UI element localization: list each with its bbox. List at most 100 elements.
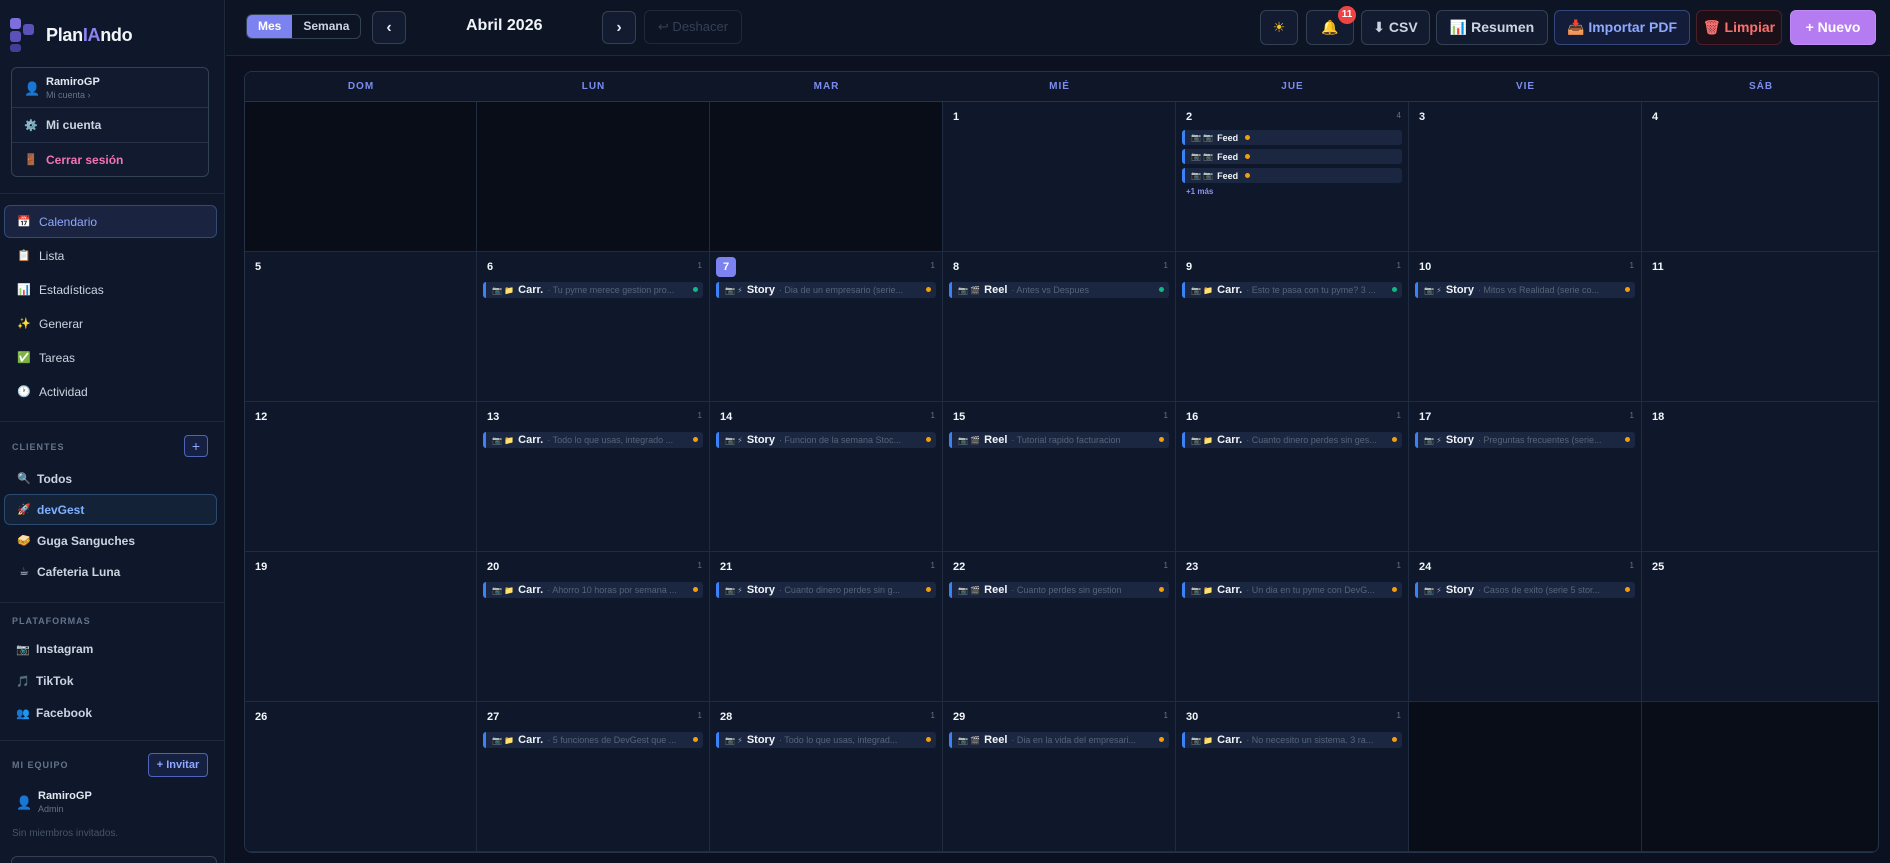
day-cell[interactable]: 16 1 📷 📁 Carr. · Cuanto dinero perdes sin ge… — [1176, 402, 1409, 552]
calendar-event[interactable]: 📷 📷 Feed — [1182, 130, 1402, 145]
day-cell[interactable]: 29 1 📷 🎬 Reel · Dia en la vida del empresari… — [943, 702, 1176, 852]
platform-item[interactable]: 🎵 TikTok — [4, 665, 217, 697]
next-month-button[interactable]: › — [602, 11, 636, 44]
calendar-event[interactable]: 📷 🎬 Reel · Antes vs Despues — [949, 282, 1169, 298]
logout-button[interactable]: 🚪 Cerrar sesión — [12, 142, 208, 176]
nav-item-lista[interactable]: 📋 Lista — [4, 239, 217, 272]
calendar-event[interactable]: 📷 📁 Carr. · Ahorro 10 horas por semana ... — [483, 582, 703, 598]
day-cell[interactable]: 6 1 📷 📁 Carr. · Tu pyme merece gestion pro..… — [477, 252, 710, 402]
nav-item-generar[interactable]: ✨ Generar — [4, 307, 217, 340]
day-cell[interactable]: 5 — [245, 252, 477, 402]
clients-list: 🔍 Todos 🚀 devGest 🥪 Guga Sanguches ☕ Cafeteria … — [4, 463, 217, 587]
clear-button[interactable]: 🗑 Limpiar — [1696, 10, 1782, 45]
calendar-event[interactable]: 📷 📁 Carr. · 5 funciones de DevGest que ... — [483, 732, 703, 748]
more-events-link[interactable]: +1 más — [1186, 187, 1213, 196]
client-item[interactable]: 🚀 devGest — [4, 494, 217, 525]
day-cell[interactable]: 28 1 📷 ⚡ Story · Todo lo que usas, integrad.… — [710, 702, 943, 852]
event-title: · Mitos vs Realidad (serie co... — [1477, 285, 1599, 295]
account-user[interactable]: 👤 RamiroGP Mi cuenta › — [12, 68, 208, 108]
day-post-count: 1 — [1163, 411, 1168, 420]
calendar-event[interactable]: 📷 ⚡ Story · Mitos vs Realidad (serie co... — [1415, 282, 1635, 298]
day-cell[interactable]: 19 — [245, 552, 477, 702]
calendar-event[interactable]: 📷 📁 Carr. · Cuanto dinero perdes sin ges..… — [1182, 432, 1402, 448]
calendar-event[interactable]: 📷 📷 Feed — [1182, 168, 1402, 183]
invite-button[interactable]: + Invitar — [148, 753, 208, 777]
day-cell[interactable]: 10 1 📷 ⚡ Story · Mitos vs Realidad (serie co… — [1409, 252, 1642, 402]
day-cell[interactable]: 14 1 📷 ⚡ Story · Funcion de la semana Stoc..… — [710, 402, 943, 552]
no-members-text: Sin miembros invitados. — [12, 828, 119, 839]
day-cell[interactable]: 24 1 📷 ⚡ Story · Casos de exito (serie 5 sto… — [1409, 552, 1642, 702]
status-dot — [1245, 154, 1251, 159]
calendar-event[interactable]: 📷 ⚡ Story · Dia de un empresario (serie... — [716, 282, 936, 298]
undo-button[interactable]: ↩ Deshacer — [644, 10, 742, 44]
day-cell[interactable]: 4 — [1642, 102, 1878, 252]
post-type-icon: 📷 📁 — [492, 735, 515, 745]
platform-item[interactable]: 📷 Instagram — [4, 633, 217, 665]
notifications-button[interactable]: 🔔 11 — [1306, 6, 1356, 45]
day-cell[interactable]: 22 1 📷 🎬 Reel · Cuanto perdes sin gestion — [943, 552, 1176, 702]
day-cell[interactable]: 13 1 📷 📁 Carr. · Todo lo que usas, integrado… — [477, 402, 710, 552]
nav-item-actividad[interactable]: 🕐 Actividad — [4, 375, 217, 408]
calendar-event[interactable]: 📷 ⚡ Story · Funcion de la semana Stoc... — [716, 432, 936, 448]
calendar-event[interactable]: 📷 ⚡ Story · Preguntas frecuentes (serie... — [1415, 432, 1635, 448]
add-client-button[interactable]: + — [184, 435, 208, 457]
prev-month-button[interactable]: ‹ — [372, 11, 406, 44]
calendar-event[interactable]: 📷 🎬 Reel · Tutorial rapido facturacion — [949, 432, 1169, 448]
day-cell[interactable]: 20 1 📷 📁 Carr. · Ahorro 10 horas por semana … — [477, 552, 710, 702]
status-dot — [926, 287, 931, 292]
divider — [0, 740, 224, 741]
nav-item-calendario[interactable]: 📅 Calendario — [4, 205, 217, 238]
day-cell[interactable]: 21 1 📷 ⚡ Story · Cuanto dinero perdes sin g.… — [710, 552, 943, 702]
day-cell[interactable]: 8 1 📷 🎬 Reel · Antes vs Despues — [943, 252, 1176, 402]
calendar-event[interactable]: 📷 📁 Carr. · No necesito un sistema. 3 ra..… — [1182, 732, 1402, 748]
month-calendar: DOM LUN MAR MIÉ JUE VIE SÁB 1 2 4 📷 📷 Feed 📷 📷 Feed 📷… — [244, 71, 1879, 853]
event-title: · 5 funciones de DevGest que ... — [547, 735, 677, 745]
day-cell — [477, 102, 710, 252]
nav-item-estadísticas[interactable]: 📊 Estadísticas — [4, 273, 217, 306]
calendar-event[interactable]: 📷 🎬 Reel · Dia en la vida del empresari... — [949, 732, 1169, 748]
day-cell[interactable]: 30 1 📷 📁 Carr. · No necesito un sistema. 3 r… — [1176, 702, 1409, 852]
day-cell[interactable]: 12 — [245, 402, 477, 552]
day-cell[interactable]: 26 — [245, 702, 477, 852]
import-pdf-button[interactable]: 📥 Importar PDF — [1554, 10, 1690, 45]
calendar-event[interactable]: 📷 ⚡ Story · Cuanto dinero perdes sin g... — [716, 582, 936, 598]
day-cell[interactable]: 23 1 📷 📁 Carr. · Un dia en tu pyme con DevG.… — [1176, 552, 1409, 702]
summary-button[interactable]: 📊 Resumen — [1436, 10, 1548, 45]
calendar-event[interactable]: 📷 📁 Carr. · Un dia en tu pyme con DevG... — [1182, 582, 1402, 598]
day-cell[interactable]: 9 1 📷 📁 Carr. · Esto te pasa con tu pyme? 3 … — [1176, 252, 1409, 402]
client-item[interactable]: 🥪 Guga Sanguches — [4, 525, 217, 556]
calendar-event[interactable]: 📷 ⚡ Story · Todo lo que usas, integrad... — [716, 732, 936, 748]
day-number: 13 — [487, 411, 500, 423]
calendar-event[interactable]: 📷 📷 Feed — [1182, 149, 1402, 164]
calendar-event[interactable]: 📷 🎬 Reel · Cuanto perdes sin gestion — [949, 582, 1169, 598]
day-cell[interactable]: 18 — [1642, 402, 1878, 552]
nav-item-tareas[interactable]: ✅ Tareas — [4, 341, 217, 374]
view-week-button[interactable]: Semana — [292, 15, 360, 38]
day-cell[interactable]: 17 1 📷 ⚡ Story · Preguntas frecuentes (serie… — [1409, 402, 1642, 552]
day-cell[interactable]: 3 — [1409, 102, 1642, 252]
day-cell[interactable]: 25 — [1642, 552, 1878, 702]
nav-item-label: Actividad — [39, 384, 88, 399]
my-account-button[interactable]: ⚙️ Mi cuenta — [12, 108, 208, 142]
event-type: Carr. — [518, 584, 544, 596]
view-month-button[interactable]: Mes — [247, 15, 293, 38]
day-number: 28 — [720, 711, 733, 723]
day-cell[interactable]: 27 1 📷 📁 Carr. · 5 funciones de DevGest que … — [477, 702, 710, 852]
new-post-button[interactable]: + Nuevo — [1790, 10, 1876, 45]
platform-item[interactable]: 👥 Facebook — [4, 697, 217, 729]
calendar-event[interactable]: 📷 📁 Carr. · Esto te pasa con tu pyme? 3 ..… — [1182, 282, 1402, 298]
day-post-count: 4 — [1396, 111, 1401, 120]
day-cell[interactable]: 1 — [943, 102, 1176, 252]
day-cell[interactable]: 15 1 📷 🎬 Reel · Tutorial rapido facturacion — [943, 402, 1176, 552]
day-cell[interactable]: 7 1 📷 ⚡ Story · Dia de un empresario (serie.… — [710, 252, 943, 402]
theme-toggle-button[interactable]: ☀ — [1260, 10, 1298, 45]
calendar-event[interactable]: 📷 📁 Carr. · Todo lo que usas, integrado ..… — [483, 432, 703, 448]
export-csv-button[interactable]: ⬇ CSV — [1361, 10, 1430, 45]
calendar-event[interactable]: 📷 ⚡ Story · Casos de exito (serie 5 stor..… — [1415, 582, 1635, 598]
app-logo[interactable]: PlanIAndo — [10, 18, 133, 52]
client-item[interactable]: ☕ Cafeteria Luna — [4, 556, 217, 587]
calendar-event[interactable]: 📷 📁 Carr. · Tu pyme merece gestion pro... — [483, 282, 703, 298]
day-cell[interactable]: 11 — [1642, 252, 1878, 402]
client-item[interactable]: 🔍 Todos — [4, 463, 217, 494]
day-cell[interactable]: 2 4 📷 📷 Feed 📷 📷 Feed 📷 📷 Feed +1 más — [1176, 102, 1409, 252]
